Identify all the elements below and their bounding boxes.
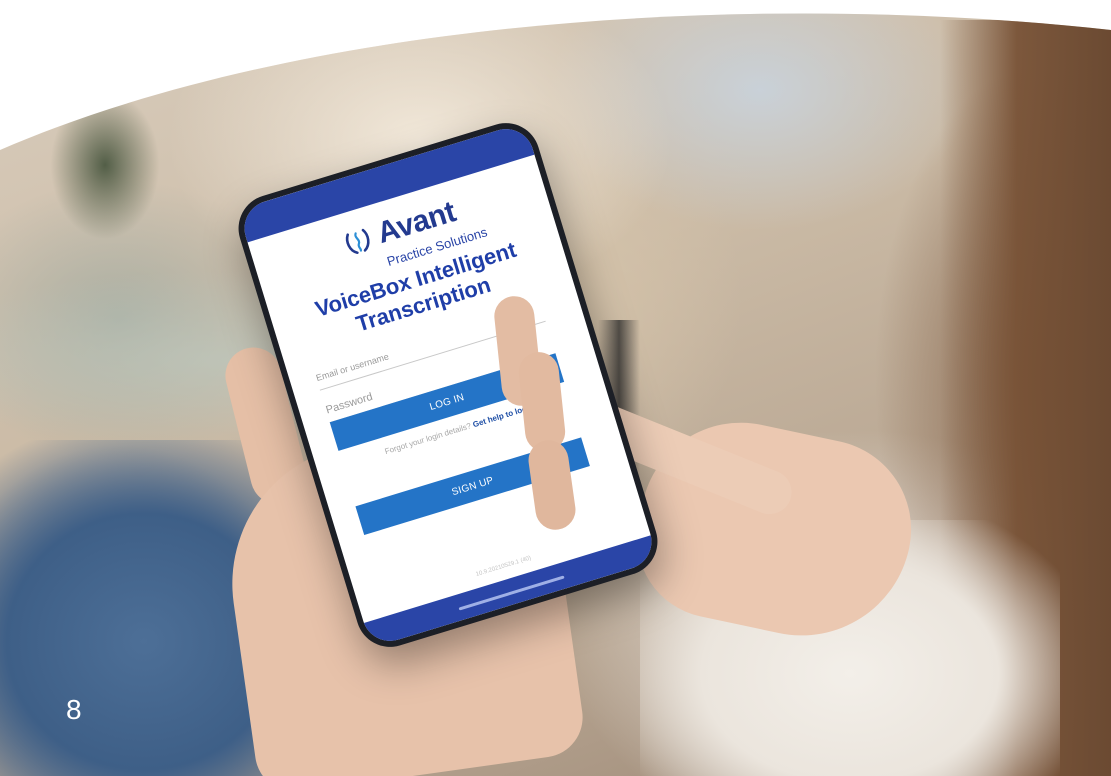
avant-logo-icon: [342, 225, 374, 257]
page-number: 8: [66, 694, 82, 725]
background-plant: [50, 90, 160, 240]
background-photo: Avant Practice Solutions VoiceBox Intell…: [0, 0, 1111, 776]
